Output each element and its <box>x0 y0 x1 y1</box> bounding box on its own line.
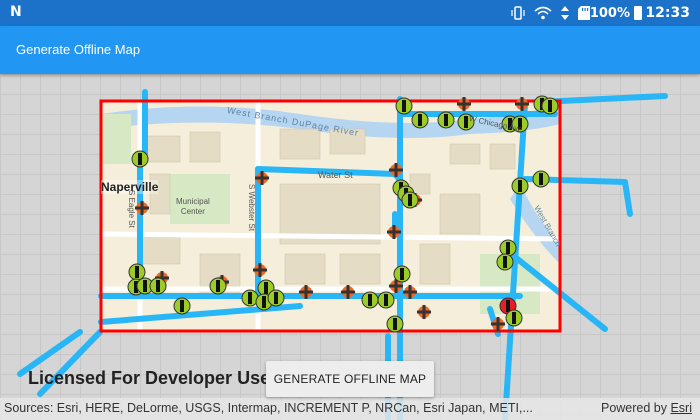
app-title: Generate Offline Map <box>16 42 141 57</box>
esri-link[interactable]: Esri <box>670 401 692 415</box>
status-icons <box>511 5 590 24</box>
powered-by[interactable]: Powered by Esri <box>601 401 692 415</box>
wifi-icon <box>534 5 552 24</box>
app-bar: Generate Offline Map <box>0 26 700 74</box>
notification-n-icon: N <box>10 4 22 20</box>
powered-by-prefix: Powered by <box>600 401 671 415</box>
vibrate-icon <box>511 5 525 24</box>
attribution-bar[interactable]: Sources: Esri, HERE, DeLorme, USGS, Inte… <box>0 398 700 420</box>
sd-card-icon <box>578 5 590 24</box>
battery-percent: 100% <box>589 6 630 21</box>
status-bar: N 100% 12:33 <box>0 0 700 26</box>
map-label-water-st: Water St <box>318 170 353 180</box>
license-watermark: Licensed For Developer Use <box>28 368 271 388</box>
map-label-municipal-center: Municipal Center <box>176 197 210 216</box>
data-icon <box>561 5 569 24</box>
attribution-sources[interactable]: Sources: Esri, HERE, DeLorme, USGS, Inte… <box>4 401 574 415</box>
clock: 12:33 <box>645 5 690 21</box>
map-label-webster-st: S Webster St <box>247 184 256 231</box>
map-label-eagle-st: S Eagle St <box>127 190 136 228</box>
battery-icon <box>634 6 642 20</box>
generate-offline-map-button[interactable]: GENERATE OFFLINE MAP <box>266 361 434 397</box>
park-area <box>101 114 131 164</box>
